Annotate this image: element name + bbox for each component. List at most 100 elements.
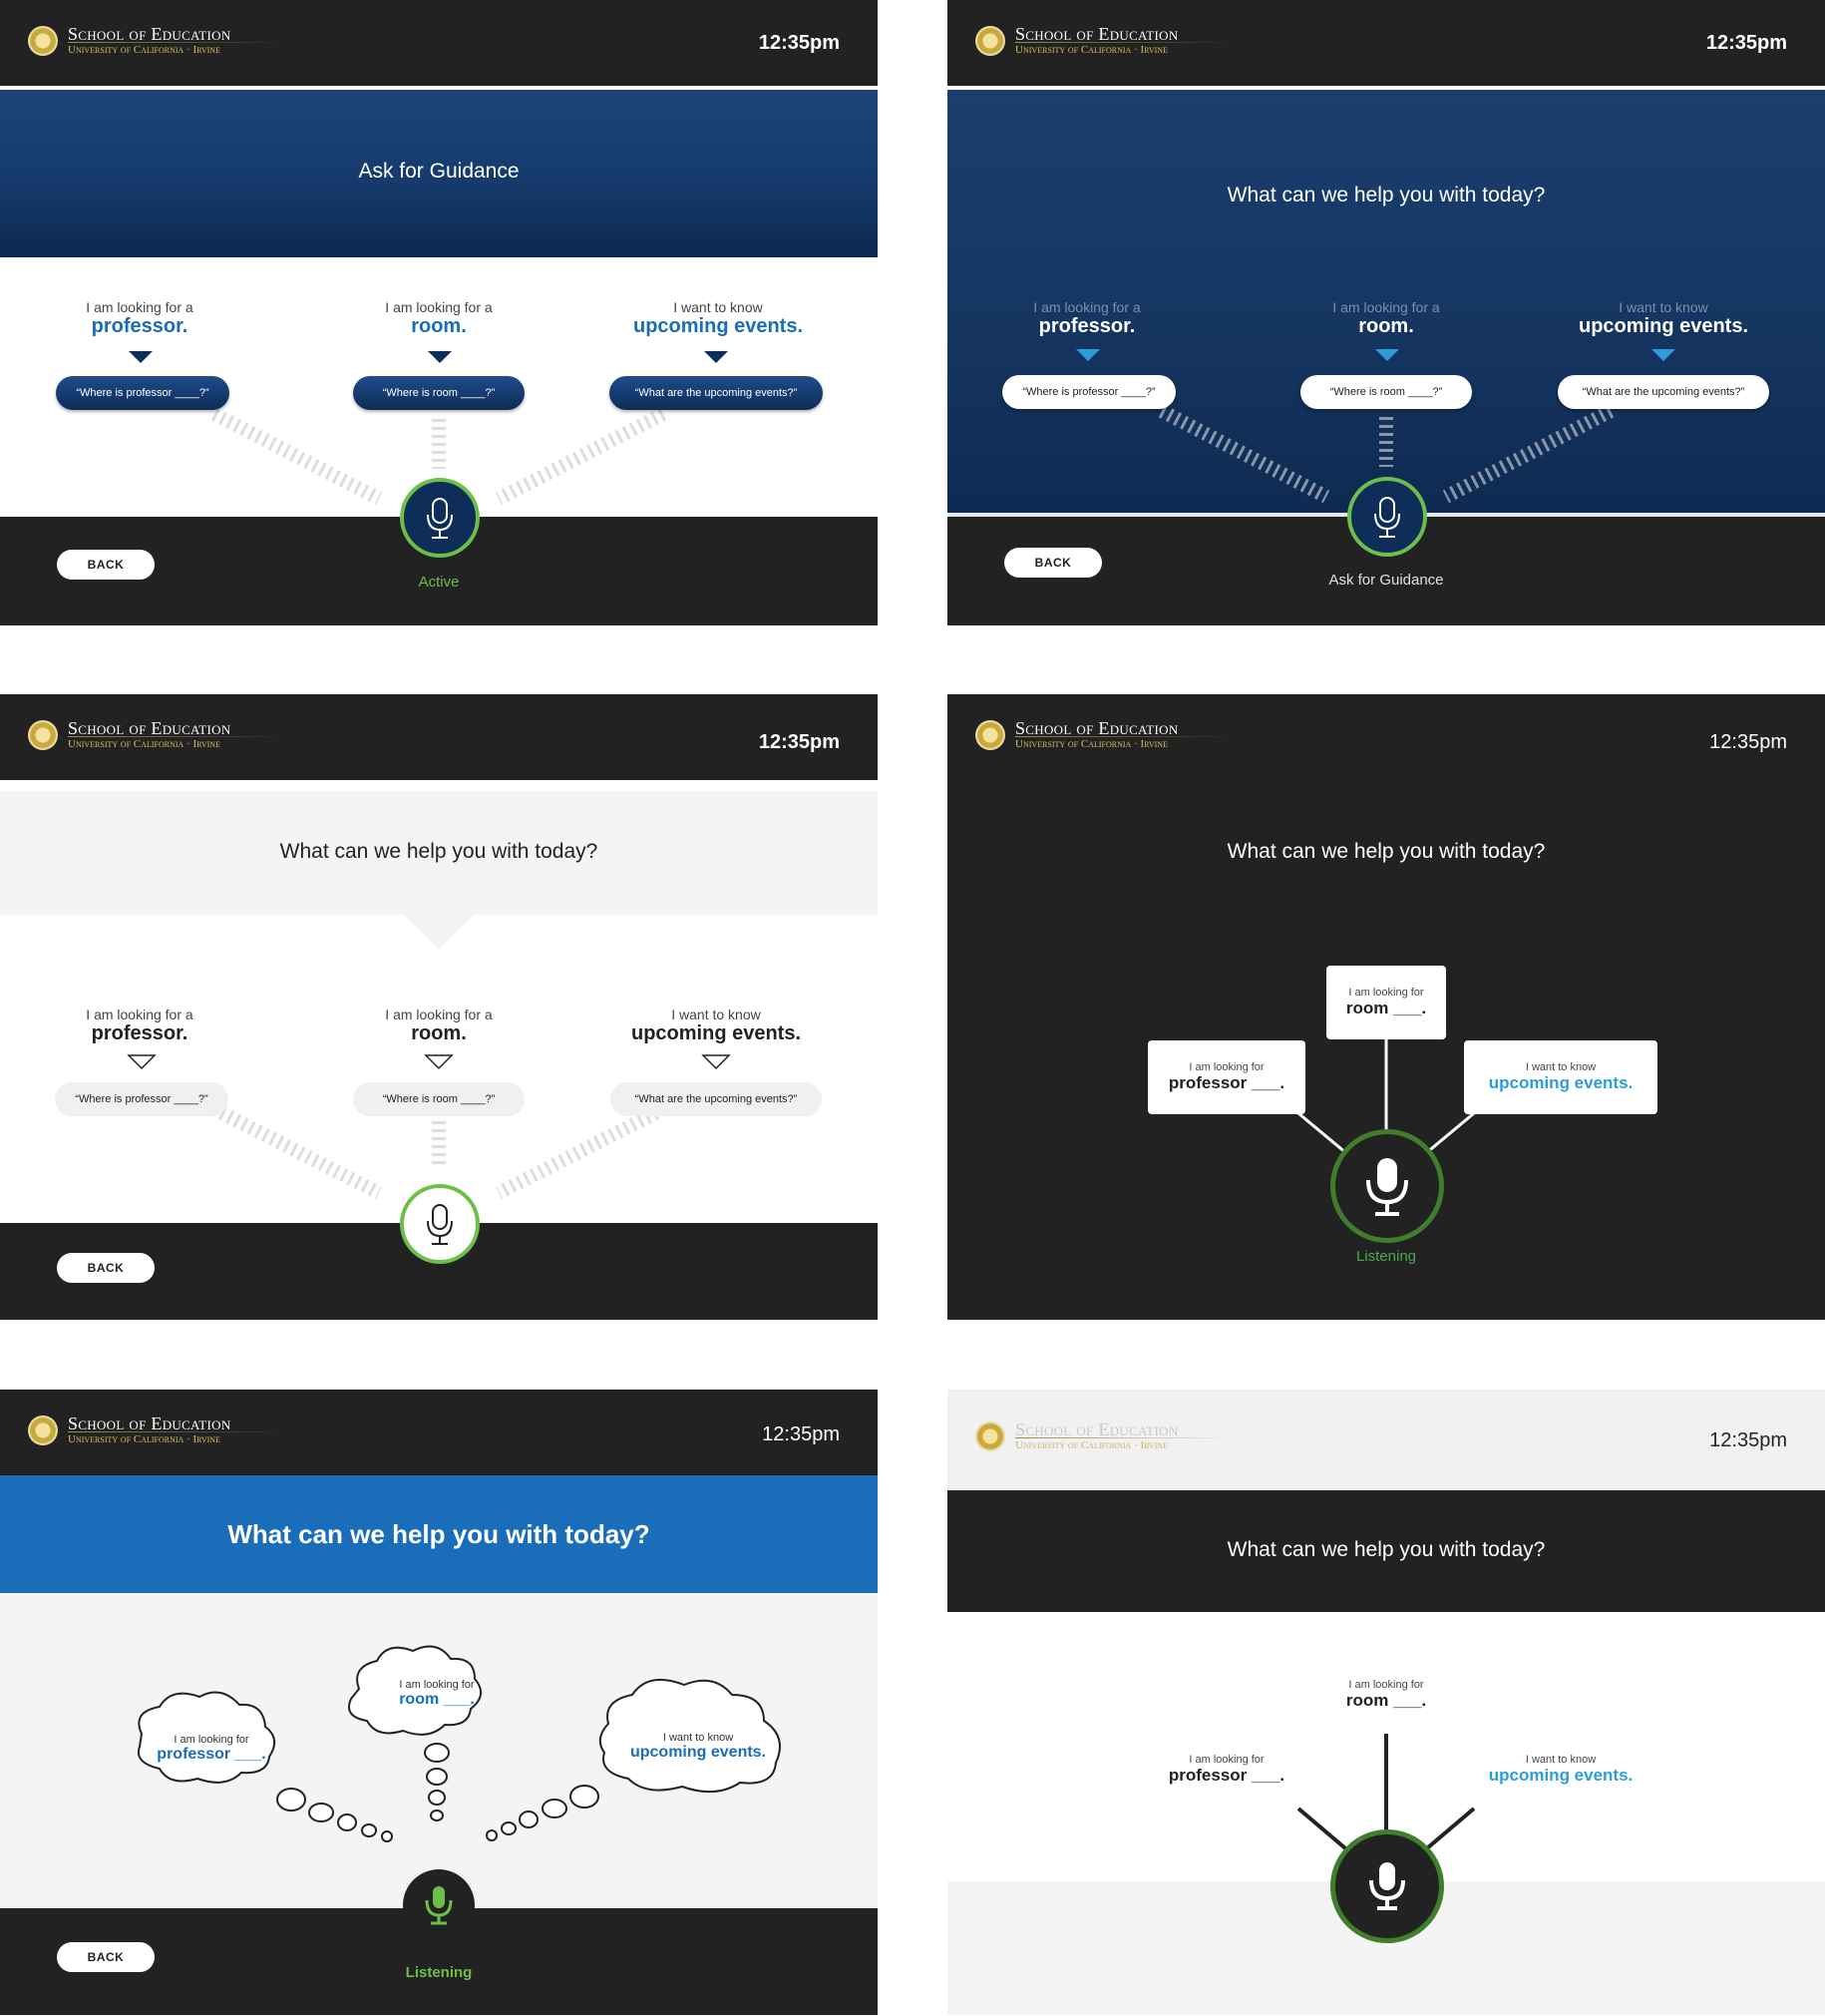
thought-dot bbox=[381, 1830, 393, 1842]
option-professor-card[interactable]: I am looking for professor ___. bbox=[1148, 1040, 1305, 1114]
option-pre: I want to know bbox=[673, 299, 763, 315]
microphone-button[interactable] bbox=[1347, 477, 1427, 557]
mic-status: Ask for Guidance bbox=[1328, 572, 1444, 589]
thought-dot bbox=[308, 1803, 334, 1822]
thought-dot bbox=[426, 1768, 448, 1786]
thought-dot bbox=[428, 1790, 446, 1806]
option-pre: I am looking for a bbox=[1332, 299, 1440, 315]
microphone-icon bbox=[1366, 1158, 1408, 1216]
option-pre: I want to know bbox=[1525, 1754, 1597, 1766]
microphone-button[interactable] bbox=[400, 1184, 480, 1264]
option-main: upcoming events. bbox=[1488, 1073, 1634, 1092]
option-main: room. bbox=[411, 315, 467, 337]
option-pre: I am looking for bbox=[1189, 1061, 1265, 1073]
microphone-icon bbox=[427, 498, 453, 539]
option-pre: I am looking for a bbox=[385, 299, 493, 315]
option-room[interactable]: I am looking for a room. bbox=[1306, 299, 1466, 338]
triangle-down-icon bbox=[127, 1054, 157, 1070]
thought-dot bbox=[501, 1821, 517, 1835]
mic-status: Listening bbox=[1355, 1248, 1417, 1265]
microphone-button[interactable] bbox=[1330, 1829, 1444, 1943]
screen-light-grey-prompt: School of Education University of Califo… bbox=[0, 694, 878, 1320]
option-main: upcoming events. bbox=[1488, 1766, 1634, 1785]
thought-dot bbox=[276, 1788, 306, 1812]
mic-status: Active bbox=[418, 574, 460, 591]
triangle-down-icon bbox=[428, 351, 452, 363]
option-room-card[interactable]: I am looking for room ___. bbox=[1326, 966, 1446, 1039]
screen-ask-for-guidance-active: School of Education University of Califo… bbox=[0, 0, 878, 625]
back-button[interactable]: BACK bbox=[1004, 548, 1102, 578]
query-room[interactable]: “Where is room ____?” bbox=[353, 1082, 525, 1116]
thought-dot bbox=[519, 1811, 539, 1828]
query-events[interactable]: “What are the upcoming events?” bbox=[610, 1082, 822, 1116]
thought-dot bbox=[569, 1785, 599, 1809]
option-professor[interactable]: I am looking for a professor. bbox=[60, 299, 219, 338]
thought-dot bbox=[542, 1799, 567, 1818]
thought-dot bbox=[361, 1823, 377, 1837]
option-room-bubble[interactable]: I am looking for room ___. bbox=[377, 1679, 497, 1709]
option-pre: I am looking for bbox=[1348, 987, 1424, 999]
option-pre: I am looking for bbox=[174, 1734, 249, 1746]
option-events[interactable]: I want to know upcoming events. bbox=[618, 299, 818, 338]
thought-dot bbox=[486, 1829, 498, 1841]
back-button[interactable]: BACK bbox=[57, 1942, 155, 1972]
thought-dot bbox=[424, 1743, 450, 1763]
query-professor[interactable]: “Where is professor ____?” bbox=[56, 376, 229, 410]
option-events-card[interactable]: I want to know upcoming events. bbox=[1464, 1040, 1657, 1114]
query-room[interactable]: “Where is room ____?” bbox=[1300, 375, 1472, 409]
option-main: professor. bbox=[91, 315, 188, 337]
back-button[interactable]: BACK bbox=[57, 1253, 155, 1283]
microphone-icon bbox=[427, 1204, 453, 1245]
mic-status: Listening bbox=[405, 1964, 473, 1981]
screen-dark-listening: School of Education University of Califo… bbox=[947, 694, 1825, 1320]
option-main: upcoming events. bbox=[1578, 315, 1749, 337]
query-events[interactable]: “What are the upcoming events?” bbox=[1558, 375, 1769, 409]
option-professor[interactable]: I am looking for a professor. bbox=[1007, 299, 1167, 338]
option-pre: I am looking for bbox=[1348, 1679, 1424, 1691]
triangle-down-icon bbox=[1076, 349, 1100, 361]
option-main: room ___. bbox=[1345, 999, 1427, 1017]
option-pre: I am looking for bbox=[1189, 1754, 1265, 1766]
option-room[interactable]: I am looking for room ___. bbox=[1326, 1679, 1446, 1711]
triangle-down-icon bbox=[1651, 349, 1675, 361]
query-professor[interactable]: “Where is professor ____?” bbox=[1002, 375, 1176, 409]
option-professor-bubble[interactable]: I am looking for professor ___. bbox=[146, 1734, 277, 1764]
option-pre: I am looking for bbox=[399, 1679, 475, 1691]
microphone-button[interactable] bbox=[400, 478, 480, 558]
option-main: professor ___. bbox=[1168, 1766, 1285, 1785]
microphone-icon bbox=[1369, 1862, 1405, 1910]
triangle-down-icon bbox=[1375, 349, 1399, 361]
screen-thought-bubbles: School of Education University of Califo… bbox=[0, 1390, 878, 2015]
query-room[interactable]: “Where is room ____?” bbox=[353, 376, 525, 410]
option-pre: I want to know bbox=[662, 1732, 734, 1744]
option-main: professor. bbox=[1038, 315, 1136, 337]
option-main: upcoming events. bbox=[629, 1744, 767, 1761]
microphone-button[interactable] bbox=[1330, 1129, 1444, 1243]
option-events[interactable]: I want to know upcoming events. bbox=[1564, 299, 1763, 338]
thought-dot bbox=[337, 1814, 357, 1831]
triangle-down-icon bbox=[129, 351, 153, 363]
option-main: room ___. bbox=[1345, 1691, 1427, 1710]
microphone-button[interactable] bbox=[403, 1869, 475, 1941]
triangle-down-icon bbox=[704, 351, 728, 363]
option-main: room ___. bbox=[399, 1691, 475, 1708]
back-button[interactable]: BACK bbox=[57, 550, 155, 580]
triangle-down-icon bbox=[701, 1054, 731, 1070]
triangle-down-icon bbox=[424, 1054, 454, 1070]
option-main: upcoming events. bbox=[632, 315, 804, 337]
option-events-bubble[interactable]: I want to know upcoming events. bbox=[618, 1732, 778, 1762]
query-events[interactable]: “What are the upcoming events?” bbox=[609, 376, 823, 410]
option-room[interactable]: I am looking for a room. bbox=[359, 299, 519, 338]
microphone-icon bbox=[425, 1886, 453, 1925]
thought-dot bbox=[430, 1810, 444, 1821]
option-main: room. bbox=[1358, 315, 1414, 337]
option-pre: I am looking for a bbox=[1033, 299, 1141, 315]
option-events[interactable]: I want to know upcoming events. bbox=[1464, 1754, 1657, 1786]
option-pre: I want to know bbox=[1619, 299, 1708, 315]
option-professor[interactable]: I am looking for professor ___. bbox=[1148, 1754, 1305, 1786]
option-pre: I am looking for a bbox=[86, 299, 193, 315]
microphone-icon bbox=[1374, 497, 1400, 538]
query-professor[interactable]: “Where is professor ____?” bbox=[55, 1082, 228, 1116]
screen-dark-blue-overlay: School of Education University of Califo… bbox=[947, 0, 1825, 625]
screen-light-listening: School of Education University of Califo… bbox=[947, 1390, 1825, 2015]
